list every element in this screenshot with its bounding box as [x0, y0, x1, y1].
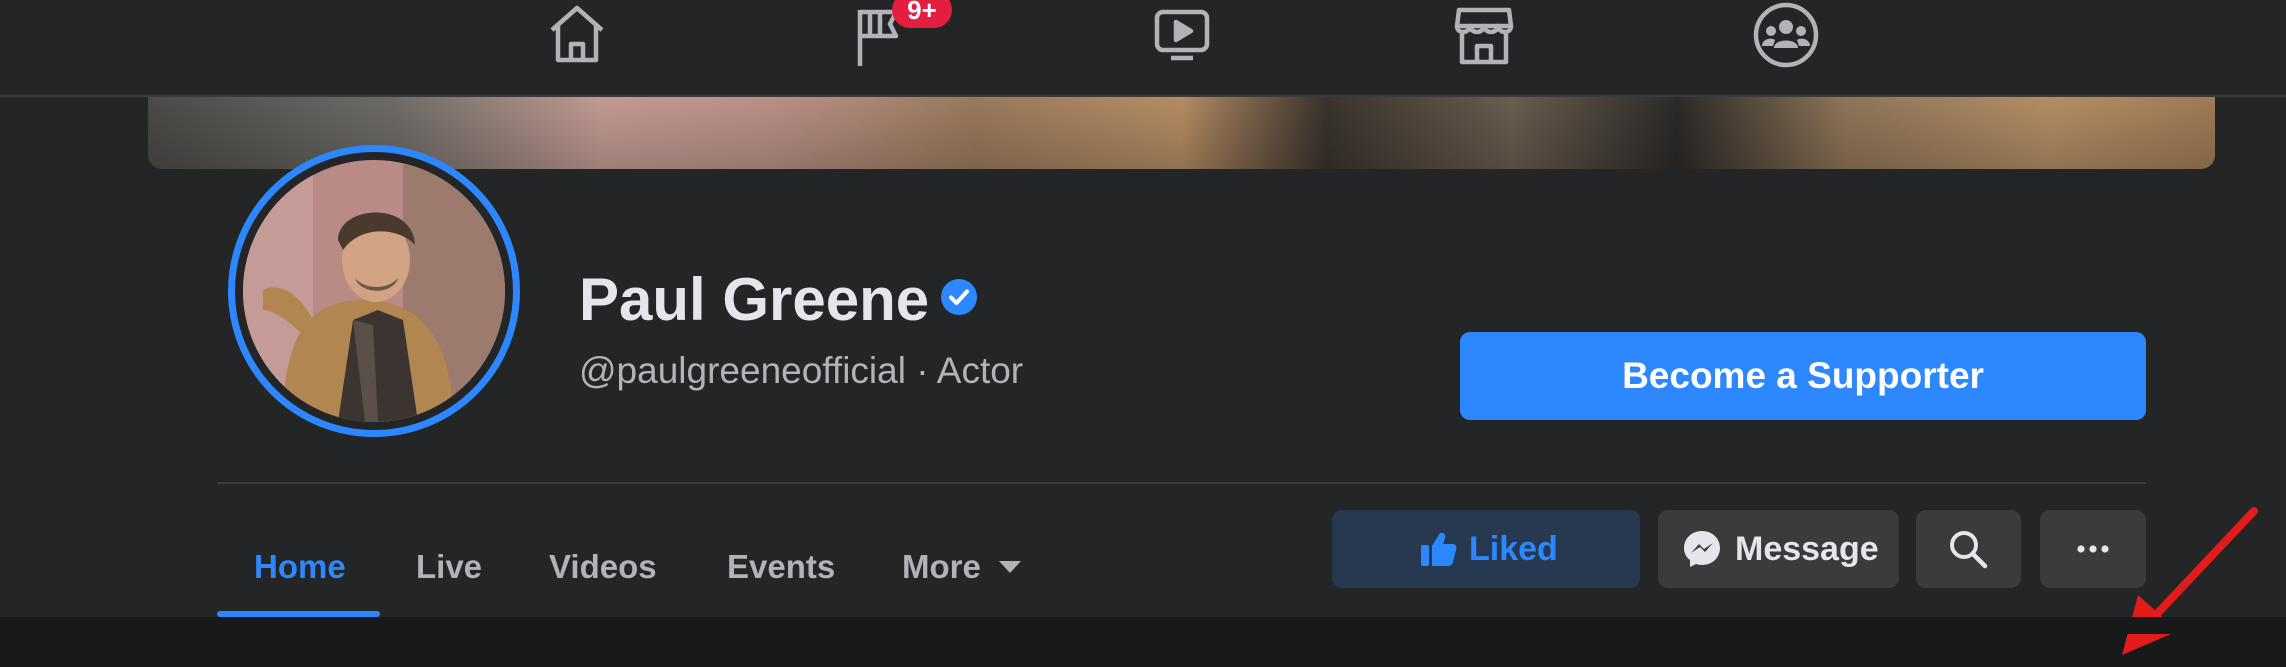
tab-home[interactable]: Home: [254, 547, 346, 587]
cover-shade: [148, 97, 2215, 169]
tab-more[interactable]: More: [902, 547, 1021, 587]
divider: [217, 482, 2146, 484]
pages-flag-icon[interactable]: 9+: [846, 0, 952, 70]
message-label: Message: [1735, 530, 1879, 568]
profile-picture[interactable]: [228, 145, 520, 437]
profile-photo-image: [243, 160, 505, 422]
caret-down-icon: [998, 561, 1021, 574]
cover-photo[interactable]: [148, 97, 2215, 169]
message-button[interactable]: Message: [1658, 510, 1899, 588]
tab-live[interactable]: Live: [416, 547, 482, 587]
page-handle-category: @paulgreeneofficial · Actor: [579, 350, 1024, 391]
tab-more-label: More: [902, 548, 981, 585]
tab-events[interactable]: Events: [727, 547, 835, 587]
search-icon: [1950, 531, 1988, 569]
page-search-button[interactable]: [1916, 510, 2021, 588]
messenger-icon: [1684, 531, 1720, 567]
thumbs-up-icon: [1421, 532, 1457, 566]
liked-button[interactable]: Liked: [1332, 510, 1640, 588]
groups-icon[interactable]: [1751, 0, 1821, 70]
become-supporter-button[interactable]: Become a Supporter: [1460, 332, 2146, 420]
page-background-strip: [0, 617, 2286, 634]
liked-label: Liked: [1469, 530, 1558, 568]
home-icon[interactable]: [542, 0, 612, 70]
annotation-arrow-icon: [2122, 507, 2258, 655]
profile-header: Paul Greene @paulgreeneofficial · Actor …: [0, 97, 2286, 655]
top-navigation-bar: 9+: [0, 0, 2286, 97]
more-dots-icon: [2077, 545, 2109, 553]
tab-videos[interactable]: Videos: [549, 547, 657, 587]
watch-icon[interactable]: [1147, 0, 1217, 70]
verified-badge-icon: [941, 279, 977, 315]
notification-badge: 9+: [892, 0, 952, 28]
marketplace-icon[interactable]: [1449, 0, 1519, 70]
page-title: Paul Greene: [579, 266, 930, 333]
